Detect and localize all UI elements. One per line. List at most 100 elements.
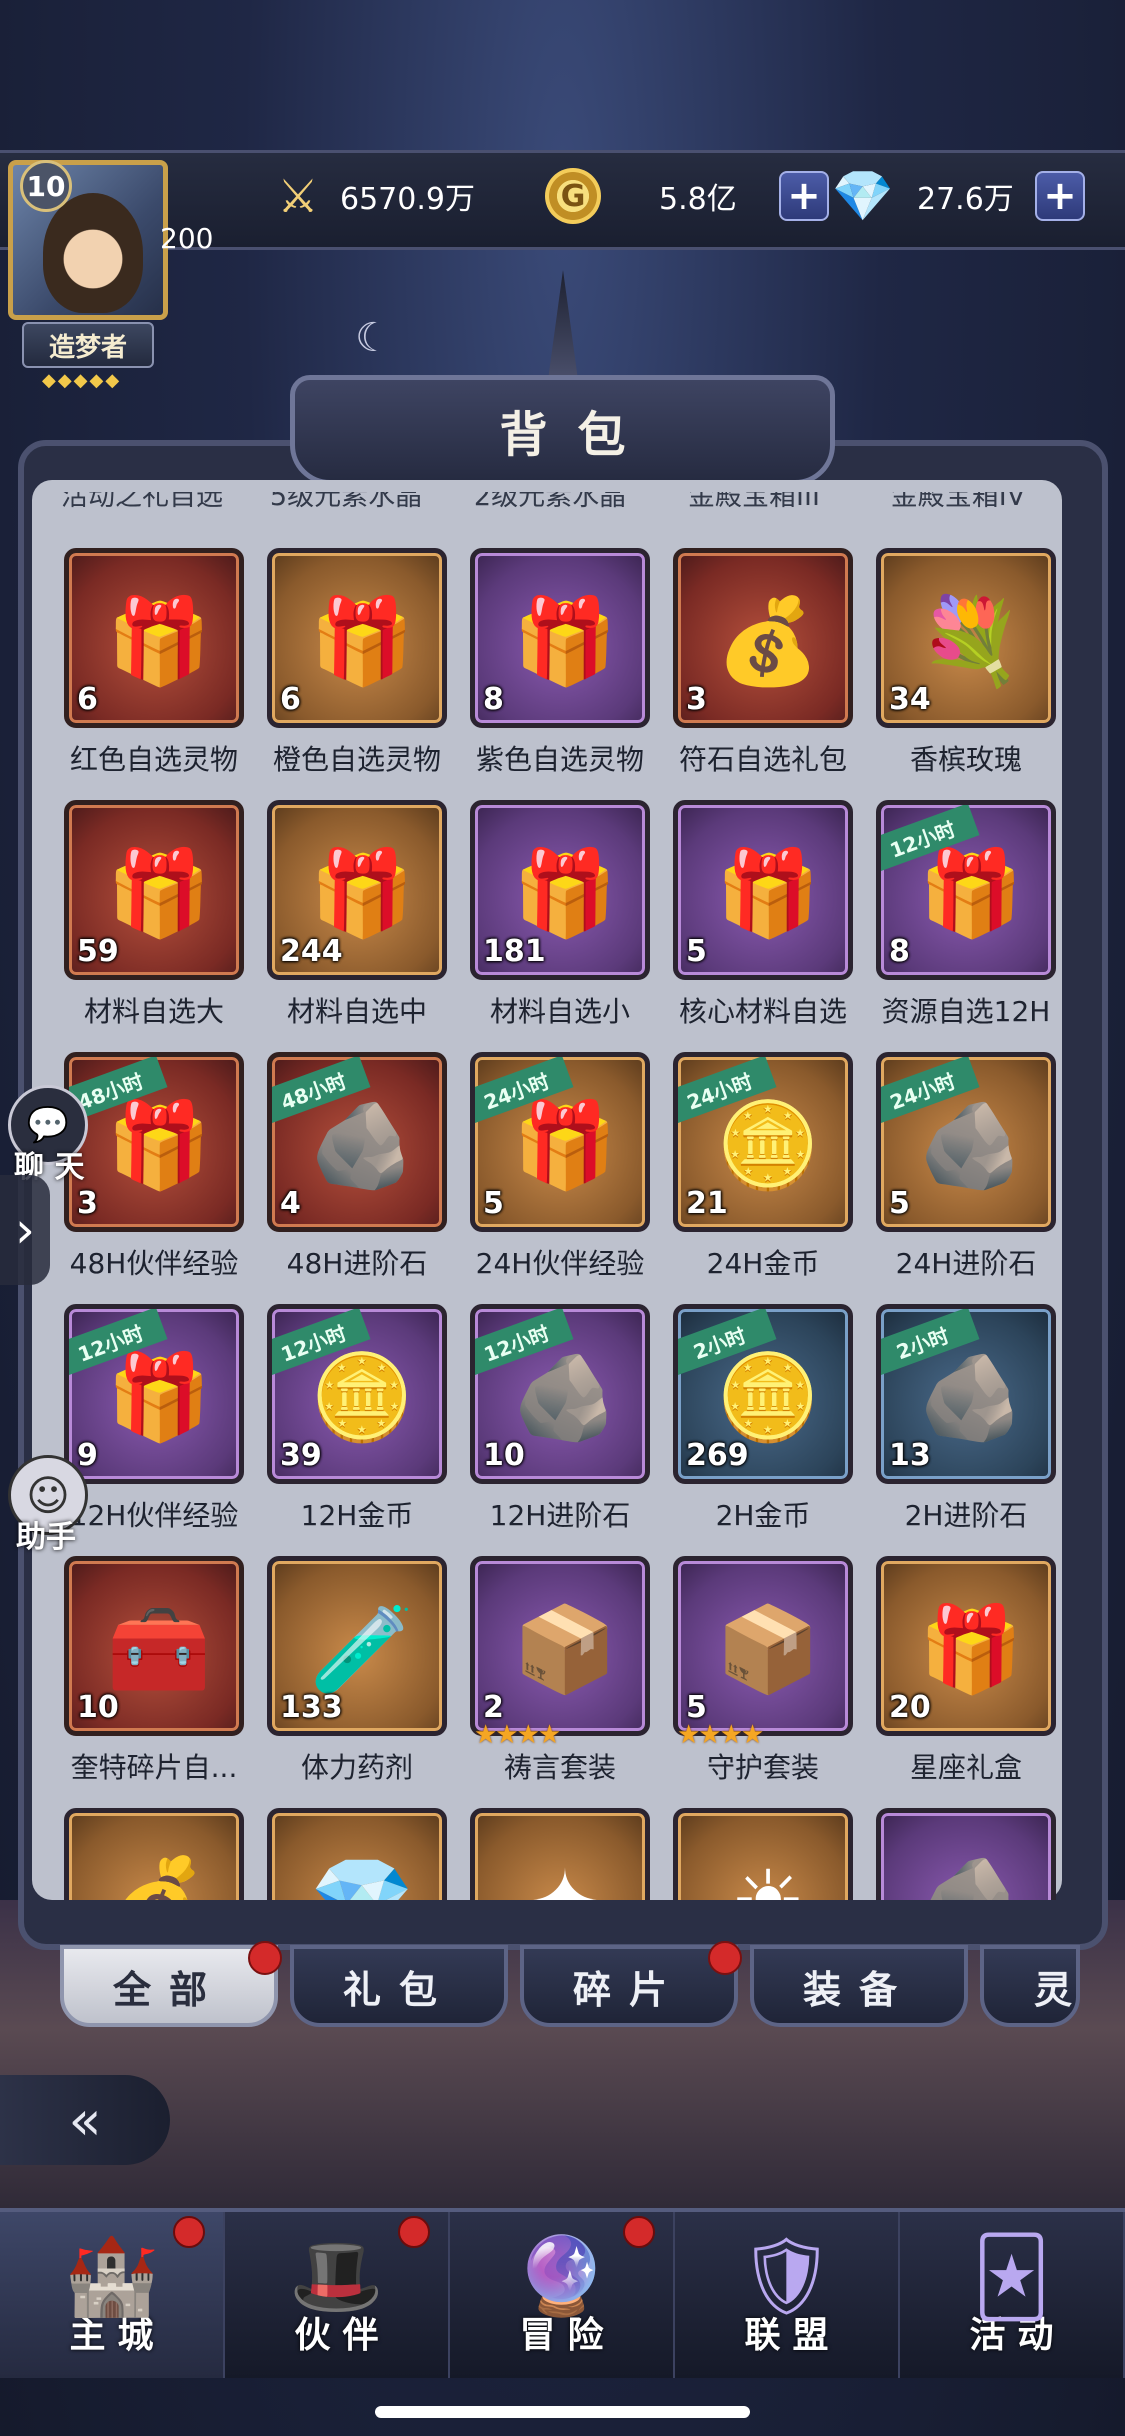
partial-item-name: 金殿宝箱III xyxy=(688,492,820,512)
inventory-item[interactable]: 🎁 6 橙色自选灵物 xyxy=(267,548,447,776)
avatar-portrait xyxy=(43,193,143,313)
inventory-scroll-area[interactable]: 活动之礼自选 5级元素水晶 2级元素水晶 金殿宝箱III 金殿宝箱IV 🎁 6 红色自选灵物… xyxy=(40,492,1060,1900)
gift-box-icon: 🎁 xyxy=(309,591,415,690)
item-name: 2H进阶石 xyxy=(904,1499,1028,1532)
inventory-item[interactable]: ✦ xyxy=(470,1808,650,1900)
item-count: 5 xyxy=(889,1186,910,1221)
item-count: 59 xyxy=(77,934,119,969)
inventory-item[interactable]: 🎁 12小时 8 资源自选12H xyxy=(876,800,1056,1028)
item-tile: 🎁 6 xyxy=(64,548,244,728)
gold-value: 5.8亿 xyxy=(659,182,737,217)
nav-item-4[interactable]: 🃏 活动 xyxy=(900,2212,1125,2378)
expand-sidebar-button[interactable]: › xyxy=(0,1175,50,1285)
portal-orb-icon: 🔮 xyxy=(514,2231,609,2320)
inventory-item[interactable]: ☀ xyxy=(673,1808,853,1900)
inventory-item[interactable]: 🪨 2小时 13 2H进阶石 xyxy=(876,1304,1056,1532)
item-tile: 🪨 xyxy=(876,1808,1056,1900)
item-tile: 🎁 244 xyxy=(267,800,447,980)
tab-1[interactable]: 礼包 xyxy=(290,1945,508,2027)
item-count: 8 xyxy=(483,682,504,717)
notification-dot xyxy=(173,2216,205,2248)
back-button[interactable]: « xyxy=(0,2075,170,2165)
partial-item-name: 活动之礼自选 xyxy=(61,492,223,512)
add-diamond-button[interactable]: + xyxy=(1035,171,1085,221)
inventory-item[interactable]: 🎁 12小时 9 12H伙伴经验 xyxy=(64,1304,244,1532)
material-chest-icon: 🎁 xyxy=(715,843,821,942)
notification-dot xyxy=(623,2216,655,2248)
tab-2[interactable]: 碎片 xyxy=(520,1941,742,2027)
crystal-icon: 💎 xyxy=(292,1831,432,1901)
item-tile: 💎 xyxy=(267,1808,447,1900)
item-name: 橙色自选灵物 xyxy=(272,743,441,776)
rune-bag-icon: 💰 xyxy=(715,591,821,690)
gold-coin-icon: G xyxy=(545,168,601,224)
item-tile: 💰 xyxy=(64,1808,244,1900)
item-name: 24H伙伴经验 xyxy=(475,1247,645,1280)
inventory-item[interactable]: 🎁 244 材料自选中 xyxy=(267,800,447,1028)
item-tile: 🪙 12小时 39 xyxy=(267,1304,447,1484)
inventory-item[interactable]: 🎁 8 紫色自选灵物 xyxy=(470,548,650,776)
item-count: 9 xyxy=(77,1438,98,1473)
inventory-item[interactable]: 🎁 24小时 5 24H伙伴经验 xyxy=(470,1052,650,1280)
item-name: 祷言套装 xyxy=(503,1751,616,1784)
inventory-item[interactable]: 💐 34 香槟玫瑰 xyxy=(876,548,1056,776)
notification-dot xyxy=(708,1941,742,1975)
inventory-item[interactable]: 💎 xyxy=(267,1808,447,1900)
panel-title-plate: 背包 xyxy=(290,375,835,485)
inventory-item[interactable]: 🪨 12小时 10 12H进阶石 xyxy=(470,1304,650,1532)
item-name: 材料自选小 xyxy=(489,995,630,1028)
item-tile: ☀ xyxy=(673,1808,853,1900)
chevron-right-icon: › xyxy=(15,1201,35,1259)
item-count: 181 xyxy=(483,934,546,969)
nav-item-1[interactable]: 🎩 伙伴 xyxy=(225,2212,450,2378)
item-name: 资源自选12H xyxy=(881,995,1051,1028)
inventory-item[interactable]: 🎁 59 材料自选大 xyxy=(64,800,244,1028)
inventory-item[interactable]: 🪨 48小时 4 48H进阶石 xyxy=(267,1052,447,1280)
nav-item-2[interactable]: 🔮 冒险 xyxy=(450,2212,675,2378)
nav-item-3[interactable]: 🛡 联盟 xyxy=(675,2212,900,2378)
tab-3[interactable]: 装备 xyxy=(750,1945,968,2027)
item-name: 12H金币 xyxy=(300,1499,414,1532)
inventory-item[interactable]: 🎁 5 核心材料自选 xyxy=(673,800,853,1028)
player-level-badge: 10 xyxy=(20,160,72,212)
inventory-item[interactable]: 📦 5 ★★★★ 守护套装 xyxy=(673,1556,853,1784)
inventory-item[interactable]: 🎁 48小时 3 48H伙伴经验 xyxy=(64,1052,244,1280)
inventory-item[interactable]: 💰 3 符石自选礼包 xyxy=(673,548,853,776)
inventory-item[interactable]: 🪨 xyxy=(876,1808,1056,1900)
shield-crest-icon: 🛡 xyxy=(738,2231,835,2320)
gold-resource: G 5.8亿 + xyxy=(545,168,829,224)
player-stars: ◆◆◆◆◆ xyxy=(42,370,122,391)
inventory-item[interactable]: 🎁 181 材料自选小 xyxy=(470,800,650,1028)
inventory-item[interactable]: 🪙 2小时 269 2H金币 xyxy=(673,1304,853,1532)
panel-title: 背包 xyxy=(499,407,656,463)
inventory-item[interactable]: 🧰 10 奎特碎片自... xyxy=(64,1556,244,1784)
inventory-item[interactable]: 🪨 24小时 5 24H进阶石 xyxy=(876,1052,1056,1280)
item-name: 2H金币 xyxy=(715,1499,811,1532)
inventory-item[interactable]: 🪙 12小时 39 12H金币 xyxy=(267,1304,447,1532)
item-name: 紫色自选灵物 xyxy=(475,743,644,776)
inventory-item[interactable]: 🎁 6 红色自选灵物 xyxy=(64,548,244,776)
inventory-item[interactable]: 🪙 24小时 21 24H金币 xyxy=(673,1052,853,1280)
nav-item-0[interactable]: 🏰 主城 xyxy=(0,2212,225,2378)
item-name: 材料自选大 xyxy=(83,995,224,1028)
tab-label: 礼包 xyxy=(342,1967,455,2012)
item-tile: 🪨 2小时 13 xyxy=(876,1304,1056,1484)
tab-0[interactable]: 全部 xyxy=(60,1941,282,2027)
item-tile: 🪨 24小时 5 xyxy=(876,1052,1056,1232)
inventory-item[interactable]: 🎁 20 星座礼盒 xyxy=(876,1556,1056,1784)
inventory-item[interactable]: 💰 xyxy=(64,1808,244,1900)
notification-dot xyxy=(248,1941,282,1975)
add-gold-button[interactable]: + xyxy=(779,171,829,221)
inventory-item[interactable]: 🧪 133 体力药剂 xyxy=(267,1556,447,1784)
cards-icon: 🃏 xyxy=(972,2231,1051,2321)
item-count: 5 xyxy=(483,1186,504,1221)
item-tile: 📦 2 xyxy=(470,1556,650,1736)
item-tile: 💐 34 xyxy=(876,548,1056,728)
item-name: 体力药剂 xyxy=(300,1751,413,1784)
item-tile: 🎁 12小时 9 xyxy=(64,1304,244,1484)
diamond-value: 27.6万 xyxy=(917,182,1014,217)
tab-4[interactable]: 灵 xyxy=(980,1945,1080,2027)
item-name: 24H进阶石 xyxy=(895,1247,1037,1280)
item-name: 符石自选礼包 xyxy=(678,743,847,776)
inventory-item[interactable]: 📦 2 ★★★★ 祷言套装 xyxy=(470,1556,650,1784)
